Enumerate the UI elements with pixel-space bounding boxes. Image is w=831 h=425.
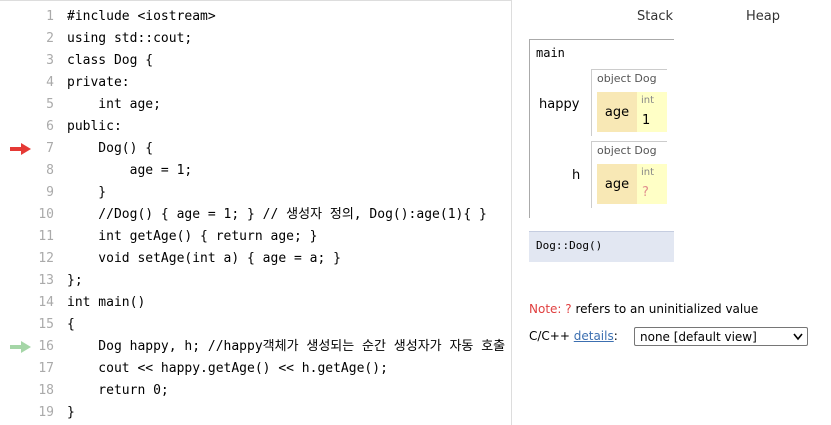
code-text: Dog() { [67,141,154,156]
value-uninitialized: ? [642,185,649,200]
cc-label: C/C++ [529,329,570,343]
heap-header: Heap [746,9,780,24]
note-question-mark: ? [565,302,572,316]
details-link[interactable]: details [574,329,614,343]
code-line: 13}; [0,270,511,292]
line-number: 5 [46,97,54,112]
line-number: 12 [38,251,54,266]
stack-frame-constructor: Dog::Dog() [529,231,674,262]
object-field-key: age [597,92,638,132]
line-number: 19 [38,405,54,420]
code-text: age = 1; [67,163,193,178]
line-number: 18 [38,383,54,398]
value: 1 [642,113,651,128]
frame-title: main [536,46,565,60]
view-mode-select[interactable]: none [default view] [634,327,808,346]
code-text: public: [67,119,122,134]
line-number: 2 [46,31,54,46]
code-line: 14 int main() [0,292,511,314]
var-name-happy: happy [539,97,580,112]
code-text: class Dog { [67,53,154,68]
line-number: 14 [38,295,54,310]
object-title: object Dog [597,144,657,157]
code-text: using std::cout; [67,31,193,46]
code-line: 19} [0,402,511,424]
line-number: 15 [38,317,54,332]
code-line: 5 int age; [0,94,511,116]
line-number: 9 [46,185,54,200]
code-line: 12 void setAge(int a) { age = a; } [0,248,511,270]
line-number: 4 [46,75,54,90]
cc-options: C/C++ details: [529,329,618,343]
object-h: object Dog age int ? [591,141,667,208]
value-type: int [641,95,655,106]
code-text: #include <iostream> [67,9,216,24]
line-number: 17 [38,361,54,376]
frame-title: Dog::Dog() [536,239,603,252]
code-text: void setAge(int a) { age = a; } [67,251,341,266]
code-text: //Dog() { age = 1; } // 생성자 정의, Dog():ag… [67,207,487,222]
stack-header: Stack [637,9,673,24]
code-text: { [67,317,75,332]
object-title: object Dog [597,72,657,85]
code-text: return 0; [67,383,169,398]
line-number: 1 [46,9,54,24]
code-line: 10 //Dog() { age = 1; } // 생성자 정의, Dog()… [0,204,511,226]
line-number: 16 [38,339,54,354]
code-text: } [67,405,75,420]
line-number: 10 [38,207,54,222]
code-text: Dog happy, h; //happy객체가 생성되는 순간 생성자가 자동… [67,339,506,354]
line-number: 6 [46,119,54,134]
stack-frame-main: main happy object Dog age int 1 h object… [529,39,674,218]
colon: : [613,329,618,343]
code-line: 2 using std::cout; [0,28,511,50]
code-text: int getAge() { return age; } [67,229,318,244]
code-text: private: [67,75,130,90]
code-line: 8 age = 1; [0,160,511,182]
code-line: 7 Dog() { [0,138,511,160]
code-line: 3 class Dog { [0,50,511,72]
code-line: 16 Dog happy, h; //happy객체가 생성되는 순간 생성자가… [0,336,511,358]
line-number: 3 [46,53,54,68]
chevron-down-icon [793,333,803,341]
code-text: int age; [67,97,161,112]
object-happy: object Dog age int 1 [591,69,667,136]
object-field-value: int 1 [637,92,667,132]
code-text: cout << happy.getAge() << h.getAge(); [67,361,388,376]
code-line: 1 #include <iostream> [0,6,511,28]
code-panel: 1 #include <iostream>2 using std::cout;3 cl… [0,0,512,425]
line-number: 11 [38,229,54,244]
code-text: }; [67,273,83,288]
object-field-value: int ? [637,164,667,204]
code-text: int main() [67,295,146,310]
object-field-key: age [597,164,638,204]
code-line: 9 } [0,182,511,204]
view-mode-value: none [default view] [640,330,757,344]
code-text: } [67,185,107,200]
code-line: 4 private: [0,72,511,94]
code-line: 11 int getAge() { return age; } [0,226,511,248]
line-number: 13 [38,273,54,288]
code-line: 18 return 0; [0,380,511,402]
note-text: refers to an uninitialized value [575,302,759,316]
uninitialized-note: Note: ? refers to an uninitialized value [529,302,758,316]
line-number: 7 [46,141,54,156]
line-number: 8 [46,163,54,178]
value-type: int [641,167,655,178]
code-line: 17 cout << happy.getAge() << h.getAge(); [0,358,511,380]
code-line: 6 public: [0,116,511,138]
code-line: 15 { [0,314,511,336]
var-name-h: h [572,168,581,183]
note-label: Note: [529,302,562,316]
